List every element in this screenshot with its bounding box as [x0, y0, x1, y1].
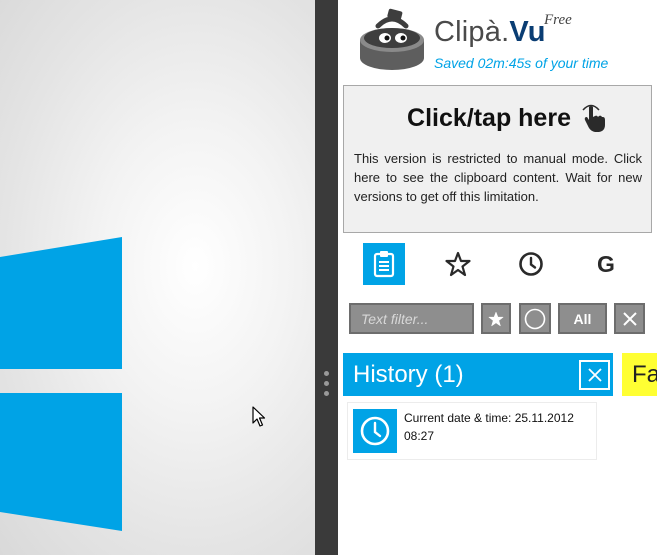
- click-tap-panel[interactable]: Click/tap here This version is restricte…: [343, 85, 652, 233]
- tab-google[interactable]: G: [585, 243, 627, 285]
- circle-icon: [524, 308, 546, 329]
- app-title-prefix: Clipà.: [434, 16, 510, 48]
- touch-hand-icon: [582, 104, 605, 132]
- favorites-filter-button[interactable]: [481, 303, 511, 334]
- app-title-suffix: Vu: [509, 16, 546, 48]
- close-icon: [622, 311, 637, 326]
- history-item-text: Current date & time: 25.11.2012 08:27: [404, 411, 574, 443]
- edition-badge: Free: [544, 12, 572, 28]
- text-filter-input[interactable]: [349, 303, 474, 334]
- history-title: History (1): [353, 361, 464, 388]
- all-filter-button[interactable]: All: [558, 303, 607, 334]
- clipboard-icon: [373, 251, 395, 278]
- filter-toolbar: All: [338, 303, 657, 335]
- windows-logo: [0, 237, 122, 531]
- history-list-item[interactable]: Current date & time: 25.11.2012 08:27: [348, 403, 596, 459]
- saved-time-text: Saved 02m:45s of your time: [434, 55, 609, 71]
- history-group-header[interactable]: History (1): [343, 353, 613, 396]
- star-icon: [445, 251, 471, 277]
- tab-clipboard[interactable]: [363, 243, 405, 285]
- splitter-grip-dot: [324, 381, 329, 386]
- clock-icon: [360, 416, 390, 446]
- history-item-icon-tile: [353, 409, 397, 453]
- tab-history[interactable]: [510, 243, 552, 285]
- favorites-group-header[interactable]: Favorites: [622, 353, 657, 396]
- snap-splitter[interactable]: [315, 0, 338, 555]
- app-title: Clipà.Vu: [434, 16, 546, 49]
- tap-panel-description: This version is restricted to manual mod…: [354, 151, 642, 204]
- clipavu-app: Clipà.Vu Free Saved 02m:45s of your time…: [338, 0, 657, 555]
- close-icon: [587, 368, 602, 382]
- app-logo-icon: [360, 8, 424, 70]
- favorites-title: Favorites: [632, 361, 657, 388]
- splitter-grip-dot: [324, 391, 329, 396]
- splitter-grip-dot: [324, 371, 329, 376]
- clock-icon: [519, 252, 543, 276]
- clear-filter-button[interactable]: [614, 303, 645, 334]
- history-close-button[interactable]: [579, 360, 610, 390]
- mouse-cursor-icon: [252, 406, 266, 427]
- google-icon: G: [597, 250, 615, 277]
- circle-filter-button[interactable]: [519, 303, 551, 334]
- desktop-background: [0, 0, 315, 555]
- star-filled-icon: [488, 311, 504, 326]
- tab-favorites[interactable]: [437, 243, 479, 285]
